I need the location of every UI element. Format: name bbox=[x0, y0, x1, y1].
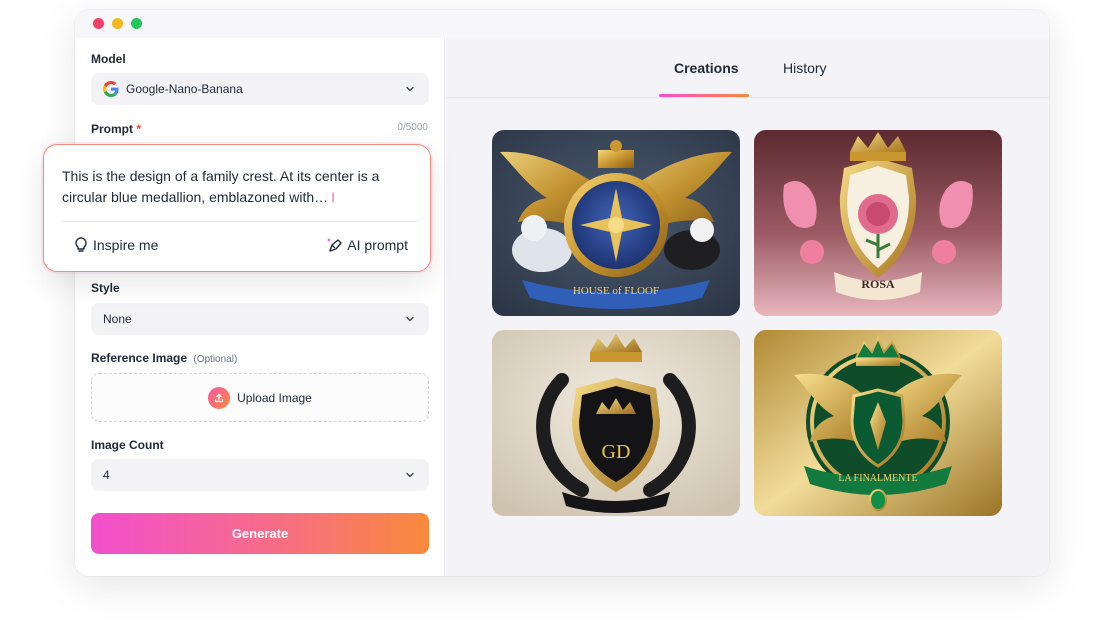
prompt-char-counter: 0/5000 bbox=[397, 122, 428, 133]
minimize-window-button[interactable] bbox=[112, 18, 123, 29]
crest-caption: ROSA bbox=[861, 277, 895, 291]
crest-image-green: LA FINALMENTE bbox=[754, 330, 1002, 516]
chevron-down-icon bbox=[406, 316, 414, 322]
generate-button[interactable]: Generate bbox=[91, 513, 429, 554]
active-tab-indicator bbox=[659, 94, 749, 97]
chevron-down-icon bbox=[406, 472, 414, 478]
optional-marker: (Optional) bbox=[193, 354, 238, 365]
image-count-label: Image Count bbox=[91, 438, 164, 452]
creation-thumbnail[interactable]: LA FINALMENTE bbox=[754, 330, 1002, 516]
tab-creations[interactable]: Creations bbox=[674, 60, 739, 76]
model-select[interactable]: Google-Nano-Banana bbox=[91, 73, 429, 105]
style-select[interactable]: None bbox=[91, 303, 429, 335]
upload-image-label: Upload Image bbox=[237, 390, 312, 405]
image-count-select[interactable]: 4 bbox=[91, 459, 429, 491]
ai-prompt-button[interactable]: AI prompt bbox=[326, 236, 408, 254]
settings-panel: Model Google-Nano-Banana Prompt * 0/5000… bbox=[75, 38, 445, 576]
title-bar bbox=[75, 10, 1049, 38]
app-window: Model Google-Nano-Banana Prompt * 0/5000… bbox=[75, 10, 1049, 576]
style-value: None bbox=[103, 312, 132, 326]
prompt-divider bbox=[62, 221, 418, 222]
image-count-value: 4 bbox=[103, 468, 110, 482]
crest-image-rose: ROSA bbox=[754, 130, 1002, 316]
upload-icon bbox=[208, 386, 231, 409]
crest-image-black: GD bbox=[492, 330, 740, 516]
model-value: Google-Nano-Banana bbox=[126, 82, 243, 96]
creation-thumbnail[interactable]: HOUSE of FLOOF bbox=[492, 130, 740, 316]
results-panel: Creations History HOUSE of FLOOF ROSA GD… bbox=[446, 38, 1049, 576]
crest-caption: GD bbox=[602, 441, 631, 463]
creation-thumbnail[interactable]: ROSA bbox=[754, 130, 1002, 316]
results-tabs: Creations History bbox=[446, 38, 1049, 98]
prompt-label-text: Prompt bbox=[91, 122, 133, 136]
prompt-textarea[interactable]: This is the design of a family crest. At… bbox=[62, 166, 402, 208]
inspire-me-label: Inspire me bbox=[93, 237, 159, 253]
chevron-down-icon bbox=[406, 86, 414, 92]
creation-thumbnail[interactable]: GD bbox=[492, 330, 740, 516]
lightbulb-icon bbox=[75, 237, 87, 252]
text-cursor-icon: I bbox=[331, 189, 336, 205]
reference-label-text: Reference Image bbox=[91, 351, 188, 365]
inspire-me-button[interactable]: Inspire me bbox=[72, 236, 158, 254]
prompt-input-card[interactable]: This is the design of a family crest. At… bbox=[43, 144, 431, 272]
model-label: Model bbox=[91, 52, 126, 66]
ai-prompt-label: AI prompt bbox=[347, 237, 408, 253]
required-marker: * bbox=[136, 122, 142, 136]
prompt-label: Prompt * bbox=[91, 122, 141, 136]
magic-pen-icon bbox=[327, 238, 342, 252]
crest-image-blue: HOUSE of FLOOF bbox=[492, 130, 740, 316]
maximize-window-button[interactable] bbox=[131, 18, 142, 29]
upload-image-button[interactable]: Upload Image bbox=[91, 373, 429, 422]
style-label: Style bbox=[91, 281, 120, 295]
crest-caption: HOUSE of FLOOF bbox=[573, 285, 659, 297]
tab-history[interactable]: History bbox=[783, 60, 827, 76]
google-icon bbox=[103, 81, 119, 97]
reference-image-label: Reference Image (Optional) bbox=[91, 351, 237, 365]
close-window-button[interactable] bbox=[93, 18, 104, 29]
crest-caption: LA FINALMENTE bbox=[838, 473, 917, 484]
